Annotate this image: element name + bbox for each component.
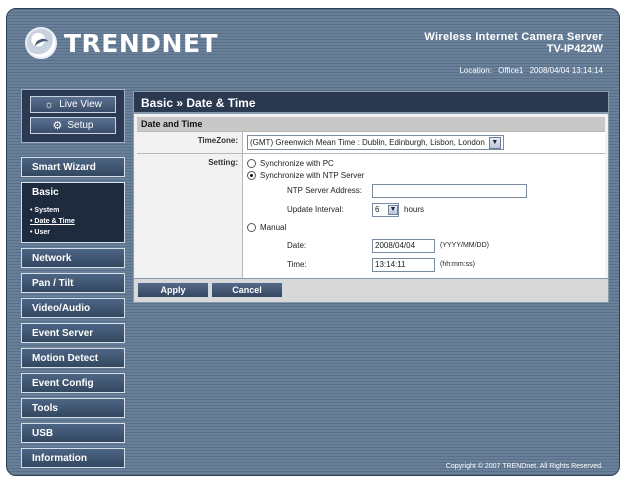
- menu-event-server[interactable]: Event Server: [21, 323, 125, 343]
- chevron-down-icon: ▼: [488, 136, 501, 149]
- menu-network[interactable]: Network: [21, 248, 125, 268]
- sync-pc-option[interactable]: Synchronize with PC: [247, 157, 601, 169]
- sync-ntp-radio[interactable]: [247, 170, 256, 180]
- submenu-system[interactable]: • System: [30, 205, 124, 216]
- product-info: Wireless Internet Camera Server TV-IP422…: [424, 31, 603, 55]
- app-frame: TRENDNET Wireless Internet Camera Server…: [6, 8, 620, 476]
- gear-icon: ⚙: [52, 120, 63, 132]
- live-view-label: Live View: [59, 99, 102, 110]
- manual-radio[interactable]: [247, 222, 256, 232]
- date-hint: (YYYY/MM/DD): [440, 242, 489, 249]
- live-view-icon: ☼: [44, 98, 55, 111]
- section-header: Date and Time: [137, 117, 605, 131]
- view-mode-box: ☼ Live View ⚙ Setup: [21, 89, 125, 143]
- time-input[interactable]: 13:14:11: [372, 257, 435, 272]
- button-bar: Apply Cancel: [133, 279, 609, 303]
- sync-ntp-option[interactable]: Synchronize with NTP Server: [247, 169, 601, 181]
- menu-information[interactable]: Information: [21, 448, 125, 468]
- menu-event-config[interactable]: Event Config: [21, 373, 125, 393]
- product-name: Wireless Internet Camera Server: [424, 31, 603, 43]
- logo-text: TRENDNET: [64, 28, 219, 58]
- sync-pc-radio[interactable]: [247, 158, 256, 168]
- menu-video-audio[interactable]: Video/Audio: [21, 298, 125, 318]
- menu-tools[interactable]: Tools: [21, 398, 125, 418]
- timezone-row: TimeZone: (GMT) Greenwich Mean Time : Du…: [137, 131, 605, 153]
- setup-label: Setup: [67, 120, 94, 131]
- chevron-down-icon: ▼: [388, 204, 398, 215]
- date-label: Date:: [287, 241, 307, 250]
- time-field: Time: 13:14:11 (hh:mm:ss): [247, 255, 601, 274]
- copyright-text: Copyright © 2007 TRENDnet. All Rights Re…: [445, 463, 603, 470]
- submenu-date-time[interactable]: • Date & Time: [30, 216, 124, 227]
- timezone-cell: (GMT) Greenwich Mean Time : Dublin, Edin…: [242, 132, 605, 153]
- location-bar: Location: Office1 2008/04/04 13:14:14: [455, 66, 603, 75]
- setup-button[interactable]: ⚙ Setup: [30, 117, 116, 134]
- update-interval-value: 6: [375, 205, 380, 214]
- manual-label: Manual: [260, 222, 287, 232]
- date-field: Date: 2008/04/04 (YYYY/MM/DD): [247, 236, 601, 255]
- trendnet-logo: TRENDNET: [25, 27, 218, 59]
- sync-pc-label: Synchronize with PC: [260, 158, 334, 168]
- timezone-select[interactable]: (GMT) Greenwich Mean Time : Dublin, Edin…: [247, 135, 504, 150]
- page-title: Basic » Date & Time: [133, 91, 609, 113]
- live-view-button[interactable]: ☼ Live View: [30, 96, 116, 113]
- ntp-address-label: NTP Server Address:: [287, 186, 362, 195]
- update-interval-unit: hours: [404, 205, 425, 214]
- menu-usb[interactable]: USB: [21, 423, 125, 443]
- manual-option[interactable]: Manual: [247, 221, 601, 233]
- menu-smart-wizard[interactable]: Smart Wizard: [21, 157, 125, 177]
- main-content: Basic » Date & Time Date and Time TimeZo…: [133, 91, 609, 303]
- current-datetime: 2008/04/04 13:14:14: [529, 66, 603, 75]
- menu-pan-tilt[interactable]: Pan / Tilt: [21, 273, 125, 293]
- basic-submenu: • System • Date & Time • User: [21, 201, 125, 243]
- submenu-user[interactable]: • User: [30, 227, 124, 238]
- setting-row: Setting: Synchronize with PC Synchronize…: [137, 153, 605, 278]
- timezone-value: (GMT) Greenwich Mean Time : Dublin, Edin…: [250, 138, 485, 147]
- location-label: Location:: [459, 66, 492, 75]
- update-interval-label: Update Interval:: [287, 205, 344, 214]
- location-value: Office1: [498, 66, 524, 75]
- sync-ntp-label: Synchronize with NTP Server: [260, 170, 365, 180]
- update-interval-select[interactable]: 6 ▼: [372, 202, 399, 217]
- menu-basic[interactable]: Basic: [21, 182, 125, 202]
- setting-cell: Synchronize with PC Synchronize with NTP…: [242, 154, 605, 278]
- time-hint: (hh:mm:ss): [440, 261, 475, 268]
- ntp-address-input[interactable]: [372, 183, 527, 198]
- ntp-address-field: NTP Server Address:: [247, 181, 601, 200]
- date-input[interactable]: 2008/04/04: [372, 238, 435, 253]
- update-interval-field: Update Interval: 6 ▼ hours: [247, 200, 601, 219]
- sidebar: ☼ Live View ⚙ Setup Smart Wizard Basic •…: [21, 89, 125, 473]
- product-model: TV-IP422W: [546, 43, 603, 55]
- setting-label: Setting:: [208, 158, 238, 167]
- cancel-button[interactable]: Cancel: [211, 282, 283, 298]
- logo-icon: [25, 27, 57, 59]
- menu-motion-detect[interactable]: Motion Detect: [21, 348, 125, 368]
- apply-button[interactable]: Apply: [137, 282, 209, 298]
- time-label: Time:: [287, 260, 307, 269]
- settings-panel: Date and Time TimeZone: (GMT) Greenwich …: [133, 113, 609, 279]
- timezone-label: TimeZone:: [197, 136, 238, 145]
